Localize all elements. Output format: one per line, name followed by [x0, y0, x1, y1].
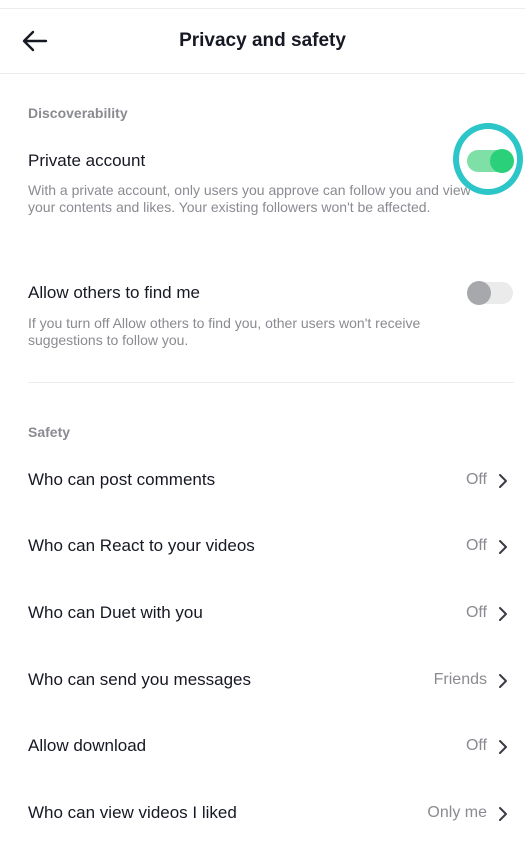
find-me-title: Allow others to find me — [28, 283, 200, 302]
private-account-description: With a private account, only users you a… — [28, 182, 471, 215]
section-divider — [28, 382, 514, 383]
row-duet[interactable]: Who can Duet with you Off — [0, 591, 525, 637]
header-bar: Privacy and safety — [0, 9, 525, 74]
section-label-safety: Safety — [28, 424, 71, 440]
toggle-knob — [467, 281, 491, 305]
chevron-right-icon — [499, 540, 507, 554]
private-account-title: Private account — [28, 151, 146, 170]
find-me-toggle[interactable] — [467, 281, 513, 305]
row-value: Off — [465, 737, 487, 754]
chevron-right-icon — [499, 674, 507, 688]
toggle-knob — [490, 149, 514, 173]
section-label-discoverability: Discoverability — [28, 105, 128, 121]
row-value: Friends — [433, 671, 487, 688]
chevron-right-icon — [499, 607, 507, 621]
row-liked-videos[interactable]: Who can view videos I liked Only me — [0, 791, 525, 837]
row-messages[interactable]: Who can send you messages Friends — [0, 658, 525, 704]
find-me-description: If you turn off Allow others to find you… — [28, 315, 421, 348]
chevron-right-icon — [499, 740, 507, 754]
row-allow-download[interactable]: Allow download Off — [0, 724, 525, 770]
arrow-left-icon — [22, 30, 48, 52]
row-label: Who can React to your videos — [28, 536, 255, 555]
chevron-right-icon — [499, 807, 507, 821]
row-label: Who can view videos I liked — [28, 803, 237, 822]
row-post-comments[interactable]: Who can post comments Off — [0, 458, 525, 504]
privacy-safety-screen: Privacy and safety Discoverability Priva… — [0, 0, 525, 841]
row-value: Off — [465, 471, 487, 488]
row-value: Off — [465, 604, 487, 621]
row-label: Who can post comments — [28, 470, 216, 489]
row-react-videos[interactable]: Who can React to your videos Off — [0, 524, 525, 570]
back-button[interactable] — [22, 25, 62, 57]
row-value: Off — [465, 537, 487, 554]
page-title: Privacy and safety — [179, 30, 346, 51]
row-label: Who can Duet with you — [28, 603, 203, 622]
row-label: Who can send you messages — [28, 670, 252, 689]
chevron-right-icon — [499, 474, 507, 488]
row-label: Allow download — [28, 736, 147, 755]
private-account-toggle[interactable] — [467, 149, 514, 173]
row-value: Only me — [427, 804, 487, 821]
